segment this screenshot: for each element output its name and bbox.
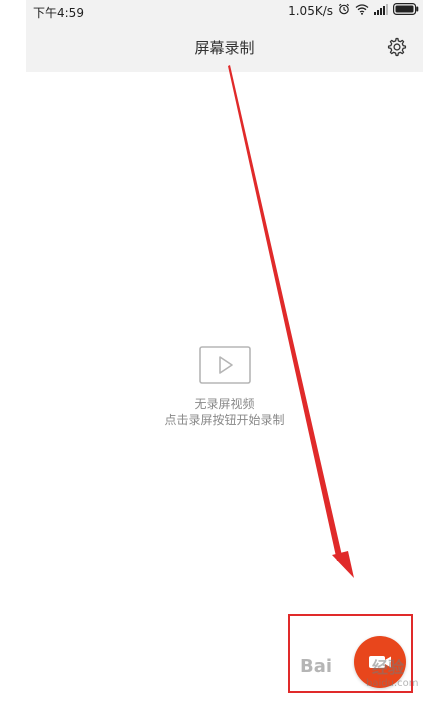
network-speed: 1.05K/s — [288, 3, 333, 18]
page-title: 屏幕录制 — [194, 39, 255, 57]
record-button[interactable] — [354, 636, 406, 688]
settings-button[interactable] — [386, 36, 408, 58]
gear-icon — [387, 37, 407, 57]
empty-state-title: 无录屏视频 — [194, 397, 255, 411]
alarm-icon — [338, 3, 350, 18]
title-bar: 屏幕录制 — [26, 22, 423, 72]
status-bar: 下午4:59 1.05K/s — [26, 0, 423, 22]
content-area: 无录屏视频 点击录屏按钮开始录制 — [26, 72, 423, 701]
wifi-icon — [355, 3, 369, 18]
status-time: 下午4:59 — [33, 6, 84, 20]
battery-icon — [393, 3, 419, 18]
status-right: 1.05K/s — [288, 3, 419, 18]
empty-state: 无录屏视频 点击录屏按钮开始录制 — [26, 346, 423, 428]
screen: 下午4:59 1.05K/s 屏幕录制 无录屏视频 点击录屏按钮开始录制 Bai… — [0, 0, 443, 701]
empty-state-hint: 点击录屏按钮开始录制 — [164, 413, 285, 427]
video-icon — [198, 346, 251, 384]
camera-icon — [369, 656, 391, 668]
signal-icon — [374, 3, 388, 18]
